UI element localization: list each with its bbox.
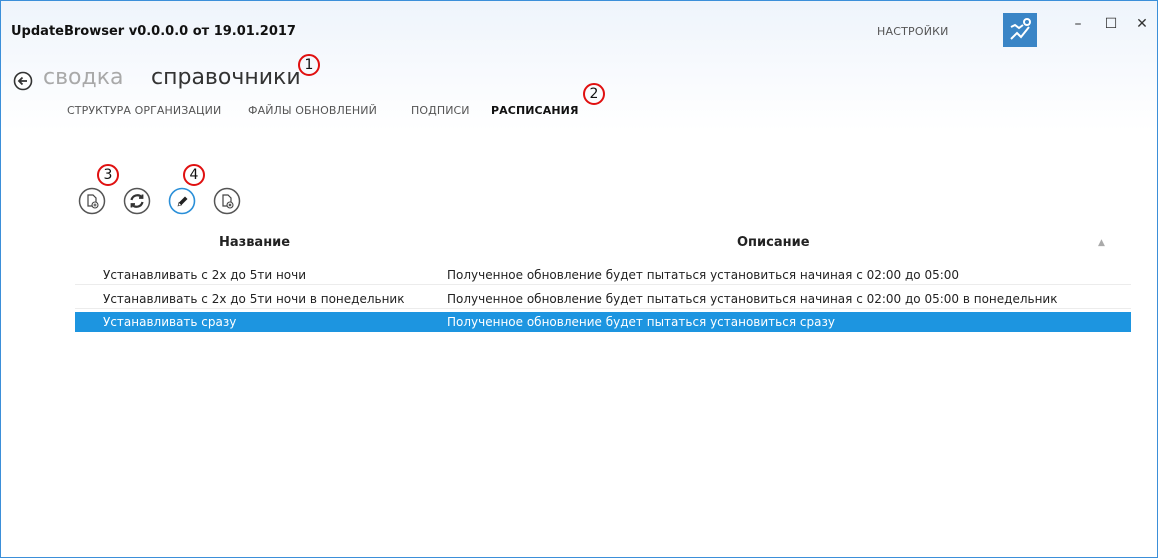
column-header-name[interactable]: Название (219, 235, 290, 250)
refresh-button[interactable] (123, 187, 151, 215)
cell-description: Полученное обновление будет пытаться уст… (447, 268, 960, 282)
sort-arrow-icon[interactable]: ▲ (1098, 238, 1105, 248)
app-window: UpdateBrowser v0.0.0.0 от 19.01.2017 НАС… (0, 0, 1158, 558)
cell-name: Устанавливать сразу (103, 315, 237, 329)
cell-description: Полученное обновление будет пытаться уст… (447, 292, 1058, 306)
annotation-marker: 4 (183, 164, 205, 186)
page-title: справочники (151, 65, 301, 90)
edit-pencil-icon (168, 187, 196, 215)
add-document-icon (78, 187, 106, 215)
breadcrumb-link-summary[interactable]: сводка (43, 65, 124, 90)
close-button[interactable]: ✕ (1128, 13, 1156, 41)
tab-org-structure[interactable]: СТРУКТУРА ОРГАНИЗАЦИИ (67, 104, 221, 117)
cell-description: Полученное обновление будет пытаться уст… (447, 315, 835, 329)
delete-button[interactable] (213, 187, 241, 215)
annotation-marker: 3 (97, 164, 119, 186)
back-arrow-icon[interactable] (13, 71, 33, 91)
tab-update-files[interactable]: ФАЙЛЫ ОБНОВЛЕНИЙ (248, 104, 377, 117)
tab-signatures[interactable]: ПОДПИСИ (411, 104, 470, 117)
cell-name: Устанавливать с 2х до 5ти ночи (103, 268, 307, 282)
table-row[interactable]: Устанавливать с 2х до 5ти ночи Полученно… (75, 265, 1131, 285)
settings-button[interactable]: НАСТРОЙКИ (877, 25, 949, 38)
maximize-button[interactable]: ☐ (1097, 13, 1125, 41)
table-row-selected[interactable]: Устанавливать сразу Полученное обновлени… (75, 312, 1131, 332)
cell-name: Устанавливать с 2х до 5ти ночи в понедел… (103, 292, 405, 306)
table-row[interactable]: Устанавливать с 2х до 5ти ночи в понедел… (75, 289, 1131, 309)
window-title: UpdateBrowser v0.0.0.0 от 19.01.2017 (11, 24, 296, 39)
delete-document-icon (213, 187, 241, 215)
minimize-button[interactable]: – (1064, 13, 1092, 41)
annotation-marker: 1 (298, 54, 320, 76)
add-button[interactable] (78, 187, 106, 215)
edit-button[interactable] (168, 187, 196, 215)
column-header-description[interactable]: Описание (737, 235, 810, 250)
app-logo-icon[interactable] (1003, 13, 1037, 47)
annotation-marker: 2 (583, 83, 605, 105)
tab-schedules[interactable]: РАСПИСАНИЯ (491, 104, 579, 117)
refresh-icon (123, 187, 151, 215)
